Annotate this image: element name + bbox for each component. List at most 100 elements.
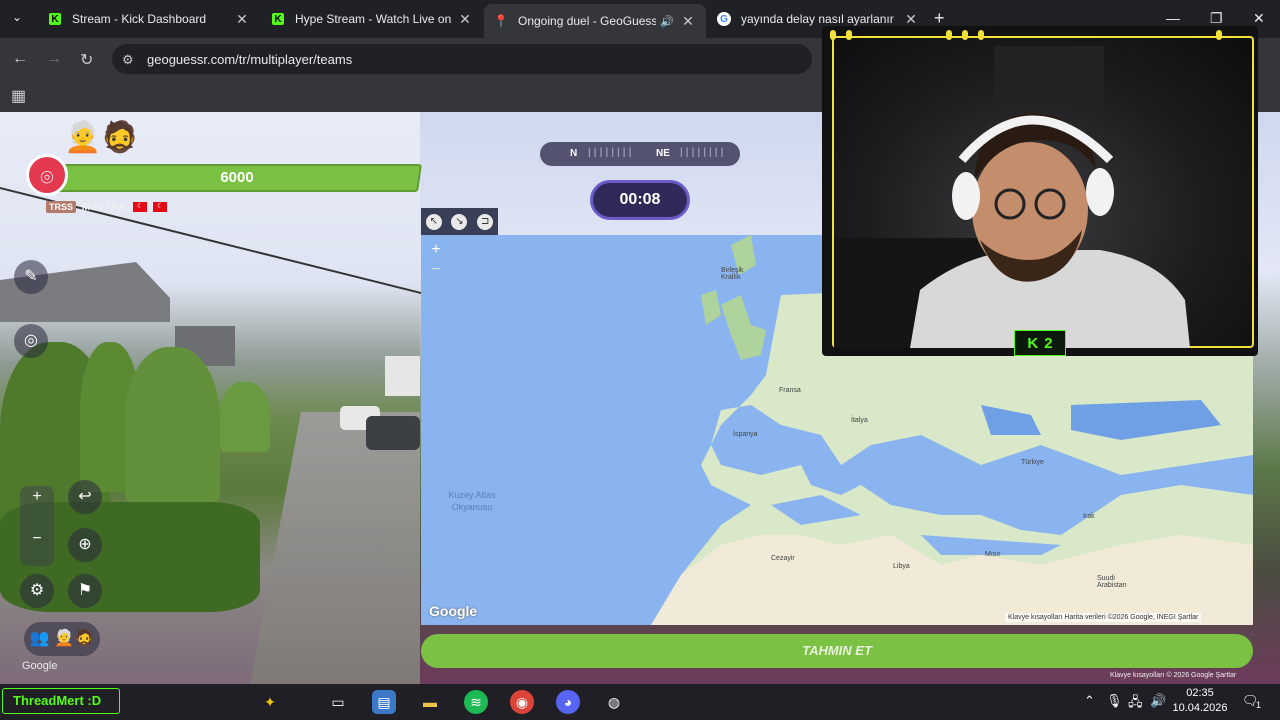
chrome-icon[interactable]: ◉ [510, 690, 534, 714]
geoguessr-icon: 📍 [493, 14, 509, 28]
map-credits[interactable]: Klavye kısayolları Harita verileri ©2026… [1005, 613, 1202, 622]
turkey-flag-icon: ☾ [153, 202, 168, 212]
map-zoom-out-icon[interactable]: − [427, 261, 445, 279]
settings-icon[interactable]: ⚙ [20, 574, 54, 608]
map-google-logo: Google [429, 603, 478, 619]
tab-title: Ongoing duel - GeoGuessr [518, 14, 657, 28]
network-icon[interactable]: 🖧 [1128, 693, 1143, 715]
chat-icon[interactable]: ✎ [14, 260, 48, 294]
compass-north: N [570, 148, 578, 159]
compass-northeast: NE [656, 148, 670, 159]
location-pin-icon: ⌾ [26, 154, 68, 196]
street-view-credits[interactable]: Klavye kısayolları © 2026 Google Şartlar [1110, 672, 1236, 679]
map-pin-toggle-icon[interactable]: ⊐ [477, 213, 494, 230]
app-icon[interactable]: ▤ [372, 690, 396, 714]
kick-icon: K [1027, 334, 1039, 352]
map-label: Fransa [779, 387, 801, 394]
team-members-button[interactable]: 👥 🧑‍🦳🧔 [24, 622, 100, 656]
parked-car [366, 416, 420, 450]
close-icon[interactable]: ✕ [234, 11, 250, 28]
map-label: Türkiye [1021, 459, 1044, 466]
map-label: İtalya [851, 417, 868, 424]
task-view-icon[interactable]: ▭ [326, 690, 350, 714]
google-logo: Google [22, 660, 58, 672]
compass-ticks: |||||||| [680, 147, 727, 158]
frame-light [962, 30, 968, 40]
volume-icon[interactable]: 🔊 [1150, 693, 1166, 709]
frame-light [846, 30, 852, 40]
close-icon[interactable]: ✕ [680, 13, 696, 30]
map-label: Suudi Arabistan [1097, 575, 1127, 589]
team-avatars: 🧑‍🦳🧔 [64, 121, 139, 154]
viewer-count: 2 [1044, 334, 1053, 352]
spotify-icon[interactable]: ≋ [464, 690, 488, 714]
tab-geoguessr[interactable]: 📍 Ongoing duel - GeoGuessr 🔊 ✕ [484, 4, 706, 38]
clock-date: 10.04.2026 [1172, 702, 1228, 714]
road [250, 412, 420, 684]
obs-icon[interactable]: ◍ [602, 690, 626, 714]
house [385, 356, 420, 396]
round-timer: 00:08 [590, 180, 690, 220]
google-icon: G [717, 12, 731, 26]
compass-reset-icon[interactable]: ◎ [14, 324, 48, 358]
map-label: Mısır [985, 551, 1001, 558]
turkey-flag-icon: ☾ [133, 202, 148, 212]
map-toolbar: ↖ ↘ ⊐ [421, 208, 498, 235]
back-icon[interactable]: ← [12, 50, 28, 68]
apps-grid-icon[interactable]: ▦ [11, 86, 26, 106]
restore-icon[interactable]: ❐ [1210, 10, 1223, 27]
guess-button[interactable]: TAHMIN ET [421, 634, 1253, 668]
compass-ticks: |||||||| [588, 147, 635, 158]
minimize-icon[interactable]: — [1166, 10, 1180, 26]
tab-hype-stream[interactable]: K Hype Stream - Watch Live on Ki ✕ [261, 4, 483, 34]
undo-move-icon[interactable]: ↩ [68, 480, 102, 514]
map-expand-icon[interactable]: ↘ [451, 213, 468, 230]
sparkle-icon: ✦ [264, 694, 276, 710]
health-value: 6000 [220, 169, 254, 186]
street-view-panorama[interactable] [0, 112, 427, 684]
team-tag: TRSS [46, 201, 77, 213]
site-info-icon[interactable]: ⚙ [122, 52, 134, 68]
discord-icon[interactable]: ◕ [556, 690, 580, 714]
map-zoom-in-icon[interactable]: + [427, 241, 445, 259]
tab-title: yayında delay nasıl ayarlanır ob [741, 12, 897, 26]
speaker-icon[interactable]: 🔊 [660, 15, 674, 28]
url-text[interactable]: geoguessr.com/tr/multiplayer/teams [147, 52, 352, 67]
kick-icon: K [48, 12, 62, 26]
tab-kick-dashboard[interactable]: K Stream - Kick Dashboard ✕ [38, 4, 260, 34]
background-shelf [994, 46, 1104, 106]
tab-title: Hype Stream - Watch Live on Ki [295, 12, 451, 26]
frame-light [946, 30, 952, 40]
compass-bar: N |||||||| NE |||||||| [540, 142, 740, 166]
team-row: TRSS Mou / Fw. ☾ ☾ [46, 201, 168, 213]
tab-search-icon[interactable]: ⌄ [12, 10, 22, 24]
clock[interactable]: 02:35 10.04.2026 [1168, 686, 1232, 716]
map-label: Birleşik Krallık [721, 267, 744, 281]
map-shrink-icon[interactable]: ↖ [425, 213, 442, 230]
map-label: Libya [893, 563, 910, 570]
return-to-start-icon[interactable]: ⊕ [68, 528, 102, 562]
close-icon[interactable]: ✕ [457, 11, 473, 28]
close-icon[interactable]: ✕ [903, 11, 919, 28]
hedge [220, 382, 270, 452]
forward-icon[interactable]: → [46, 50, 62, 68]
tray-chevron-icon[interactable]: ⌃ [1084, 693, 1095, 709]
notification-count: 1 [1256, 700, 1262, 710]
frame-light [1216, 30, 1222, 40]
microphone-icon[interactable]: 🎙 [1106, 693, 1123, 709]
file-explorer-icon[interactable]: ▬ [418, 690, 442, 714]
clock-time: 02:35 [1186, 687, 1214, 699]
kick-icon: K [271, 12, 285, 26]
reload-icon[interactable]: ↻ [80, 50, 93, 70]
flag-icon[interactable]: ⚑ [68, 574, 102, 608]
zoom-out-icon[interactable]: − [20, 522, 54, 556]
viewer-count-badge: K 2 [1014, 330, 1066, 356]
tab-title: Stream - Kick Dashboard [72, 12, 207, 26]
map-label: Irak [1083, 513, 1095, 520]
frame-light [830, 30, 836, 40]
streamer [910, 113, 1190, 348]
map-label: İspanya [733, 431, 758, 438]
zoom-in-icon[interactable]: + [20, 480, 54, 514]
window-close-icon[interactable]: ✕ [1253, 10, 1265, 27]
stream-username: ThreadMert :D [2, 688, 120, 714]
